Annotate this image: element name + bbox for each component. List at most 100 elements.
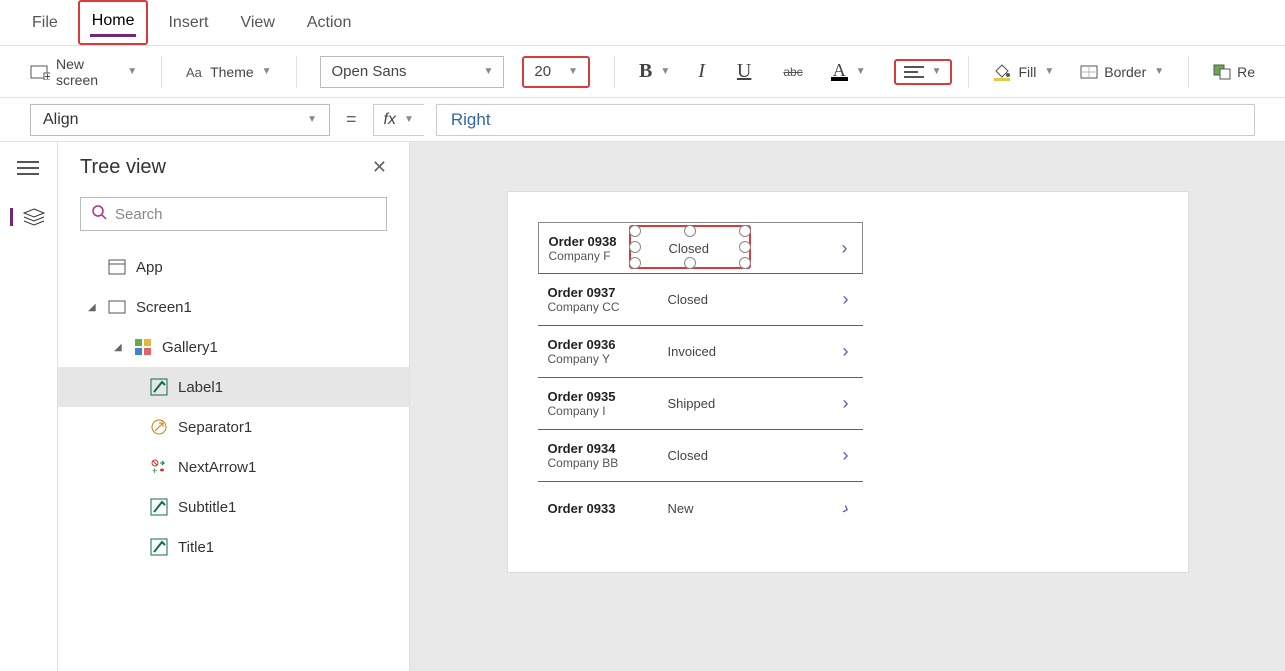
fill-button[interactable]: Fill ▼ bbox=[992, 63, 1054, 81]
row-subtitle: Company F bbox=[549, 249, 617, 263]
border-icon bbox=[1080, 65, 1098, 79]
tree-item-gallery1[interactable]: ◢ Gallery1 bbox=[58, 327, 409, 367]
tree-item-screen1[interactable]: ◢ Screen1 bbox=[58, 287, 409, 327]
gallery-preview[interactable]: Order 0938 Company F Closed › bbox=[538, 222, 863, 534]
hamburger-button[interactable] bbox=[17, 160, 41, 178]
tree-list: App ◢ Screen1 ◢ Gallery1 Lab bbox=[58, 241, 409, 671]
next-arrow-icon[interactable]: › bbox=[843, 289, 849, 310]
font-family-select[interactable]: Open Sans ▼ bbox=[320, 56, 504, 88]
highlight-align-button: ▼ bbox=[894, 59, 952, 85]
row-subtitle: Company CC bbox=[548, 300, 620, 314]
gallery-row[interactable]: Order 0933 New › bbox=[538, 482, 863, 534]
bold-button[interactable]: B ▼ bbox=[639, 60, 670, 83]
underline-icon: U bbox=[737, 60, 751, 83]
tab-view[interactable]: View bbox=[238, 10, 276, 36]
theme-button[interactable]: Aa Theme ▼ bbox=[186, 64, 271, 80]
tab-insert[interactable]: Insert bbox=[166, 10, 210, 36]
border-button[interactable]: Border ▼ bbox=[1080, 64, 1164, 80]
italic-button[interactable]: I bbox=[698, 60, 705, 83]
formula-value: Right bbox=[451, 110, 491, 130]
property-select[interactable]: Align ▼ bbox=[30, 104, 330, 136]
new-screen-icon bbox=[30, 64, 50, 80]
border-label: Border bbox=[1104, 64, 1146, 80]
tree-search-input[interactable]: Search bbox=[80, 197, 387, 231]
strikethrough-icon: abc bbox=[783, 65, 802, 79]
separator-icon bbox=[150, 418, 168, 436]
property-value: Align bbox=[43, 111, 79, 129]
formula-input[interactable]: Right bbox=[436, 104, 1255, 136]
left-rail bbox=[0, 142, 58, 671]
row-title: Order 0934 bbox=[548, 441, 619, 456]
canvas[interactable]: Order 0938 Company F Closed › bbox=[410, 142, 1285, 671]
fill-label: Fill bbox=[1018, 64, 1036, 80]
tree-item-label: NextArrow1 bbox=[178, 459, 256, 476]
next-arrow-icon[interactable]: › bbox=[842, 238, 848, 259]
row-title: Order 0935 bbox=[548, 389, 616, 404]
align-button[interactable]: ▼ bbox=[904, 65, 942, 79]
tree-view-title: Tree view bbox=[80, 156, 166, 179]
search-placeholder: Search bbox=[115, 206, 163, 223]
reorder-button[interactable]: Re bbox=[1213, 64, 1255, 80]
gallery-icon bbox=[134, 338, 152, 356]
tree-item-label: App bbox=[136, 259, 163, 276]
row-title: Order 0938 bbox=[549, 234, 617, 249]
fx-button[interactable]: fx ▼ bbox=[373, 104, 424, 136]
fx-label: fx bbox=[384, 111, 396, 129]
gallery-row[interactable]: Order 0938 Company F Closed › bbox=[538, 222, 863, 274]
strikethrough-button[interactable]: abc bbox=[783, 65, 802, 79]
theme-label: Theme bbox=[210, 64, 254, 80]
tree-item-label: Label1 bbox=[178, 379, 223, 396]
next-arrow-icon[interactable]: › bbox=[843, 341, 849, 362]
font-color-button[interactable]: A ▼ bbox=[831, 63, 866, 81]
gallery-row[interactable]: Order 0936 Company Y Invoiced › bbox=[538, 326, 863, 378]
tree-item-subtitle1[interactable]: Subtitle1 bbox=[58, 487, 409, 527]
screen-preview[interactable]: Order 0938 Company F Closed › bbox=[508, 192, 1188, 572]
row-status[interactable]: Closed bbox=[669, 241, 709, 256]
underline-button[interactable]: U bbox=[737, 60, 751, 83]
tree-item-label: Separator1 bbox=[178, 419, 252, 436]
equals-label: = bbox=[346, 109, 357, 130]
tree-item-separator1[interactable]: Separator1 bbox=[58, 407, 409, 447]
separator bbox=[614, 56, 615, 88]
font-size-select[interactable]: 20 ▼ bbox=[522, 56, 590, 88]
tab-home[interactable]: Home bbox=[90, 8, 137, 37]
row-status: Closed bbox=[668, 448, 708, 463]
chevron-down-icon: ▼ bbox=[568, 66, 578, 77]
chevron-down-icon: ▼ bbox=[262, 66, 272, 77]
icon-control-icon: + bbox=[150, 458, 168, 476]
chevron-down-icon: ▼ bbox=[1154, 66, 1164, 77]
row-status: New bbox=[668, 501, 694, 516]
tree-item-label1[interactable]: Label1 bbox=[58, 367, 409, 407]
next-arrow-icon[interactable]: › bbox=[843, 393, 849, 414]
next-arrow-icon[interactable]: › bbox=[843, 445, 849, 466]
label-icon bbox=[150, 378, 168, 396]
gallery-row[interactable]: Order 0934 Company BB Closed › bbox=[538, 430, 863, 482]
next-arrow-icon[interactable]: › bbox=[839, 497, 852, 519]
tree-item-label: Title1 bbox=[178, 539, 214, 556]
collapse-caret-icon[interactable]: ◢ bbox=[114, 342, 124, 353]
tab-action[interactable]: Action bbox=[305, 10, 353, 36]
tree-item-app[interactable]: App bbox=[58, 247, 409, 287]
gallery-row[interactable]: Order 0937 Company CC Closed › bbox=[538, 274, 863, 326]
chevron-down-icon: ▼ bbox=[127, 66, 137, 77]
chevron-down-icon: ▼ bbox=[660, 66, 670, 77]
tab-file[interactable]: File bbox=[30, 10, 60, 36]
tree-view-panel: Tree view ✕ Search App ◢ Screen bbox=[58, 142, 410, 671]
tree-item-nextarrow1[interactable]: + NextArrow1 bbox=[58, 447, 409, 487]
highlight-home-tab: Home bbox=[78, 0, 149, 45]
chevron-down-icon: ▼ bbox=[307, 114, 317, 125]
collapse-caret-icon[interactable]: ◢ bbox=[88, 302, 98, 313]
new-screen-label: New screen bbox=[56, 56, 119, 88]
new-screen-button[interactable]: New screen ▼ bbox=[30, 56, 137, 88]
tree-item-label: Screen1 bbox=[136, 299, 192, 316]
chevron-down-icon: ▼ bbox=[1044, 66, 1054, 77]
italic-icon: I bbox=[698, 60, 705, 83]
tree-item-title1[interactable]: Title1 bbox=[58, 527, 409, 567]
svg-text:+: + bbox=[152, 466, 157, 476]
gallery-row[interactable]: Order 0935 Company I Shipped › bbox=[538, 378, 863, 430]
ribbon: New screen ▼ Aa Theme ▼ Open Sans ▼ 20 ▼… bbox=[0, 46, 1285, 98]
fill-icon bbox=[992, 63, 1012, 81]
bold-icon: B bbox=[639, 60, 652, 83]
tree-view-rail-button[interactable] bbox=[10, 208, 34, 226]
close-panel-button[interactable]: ✕ bbox=[372, 157, 387, 178]
